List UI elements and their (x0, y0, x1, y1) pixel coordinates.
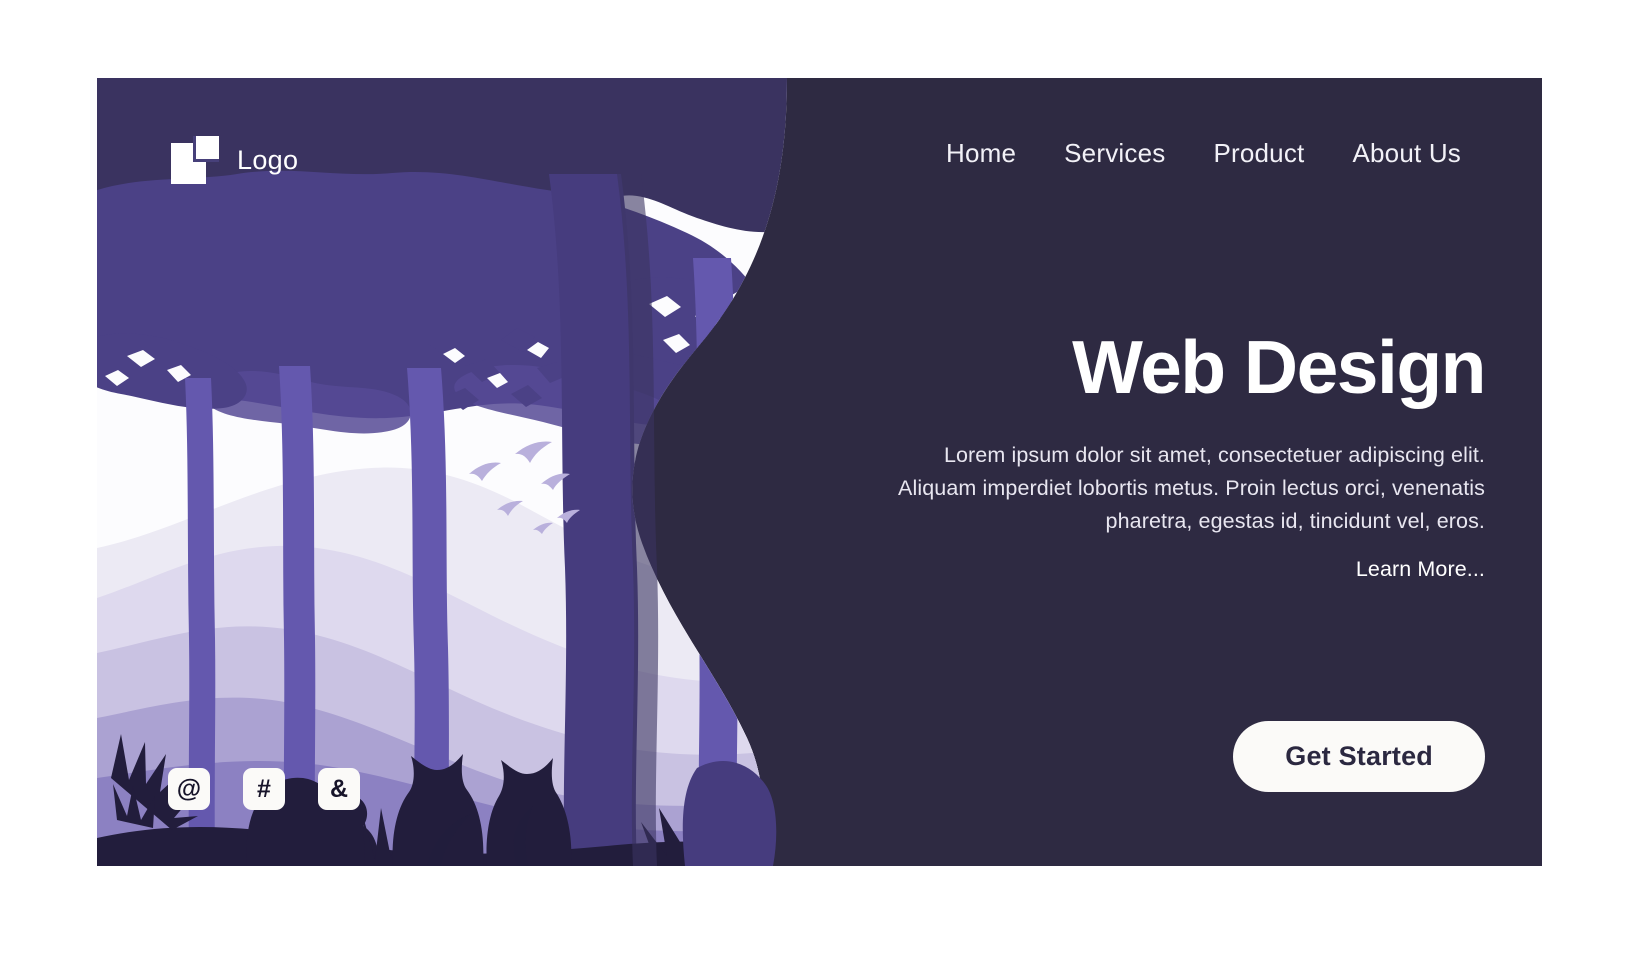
nav-item-about-us[interactable]: About Us (1328, 138, 1485, 169)
page-title: Web Design (1072, 325, 1486, 409)
learn-more-link[interactable]: Learn More... (865, 557, 1485, 582)
nav-item-product[interactable]: Product (1189, 138, 1328, 169)
hero-content: Web Design Lorem ipsum dolor sit amet, c… (865, 325, 1486, 582)
forest-landscape-illustration (97, 78, 797, 866)
social-links: @ # & (168, 768, 360, 810)
get-started-button[interactable]: Get Started (1233, 721, 1485, 792)
main-navigation: Home Services Product About Us (922, 138, 1485, 169)
logo-square-small (193, 136, 219, 162)
brand-logo[interactable]: Logo (171, 136, 298, 184)
landing-page: Logo Home Services Product About Us Web … (0, 0, 1639, 980)
nav-item-home[interactable]: Home (922, 138, 1040, 169)
hero-description: Lorem ipsum dolor sit amet, consectetuer… (898, 442, 1485, 534)
offset-squares-logo-icon (171, 136, 219, 184)
hero-section: Logo Home Services Product About Us Web … (97, 78, 1542, 866)
hash-icon[interactable]: # (243, 768, 285, 810)
ampersand-icon[interactable]: & (318, 768, 360, 810)
nav-item-services[interactable]: Services (1040, 138, 1189, 169)
logo-text: Logo (237, 144, 299, 175)
at-sign-icon[interactable]: @ (168, 768, 210, 810)
